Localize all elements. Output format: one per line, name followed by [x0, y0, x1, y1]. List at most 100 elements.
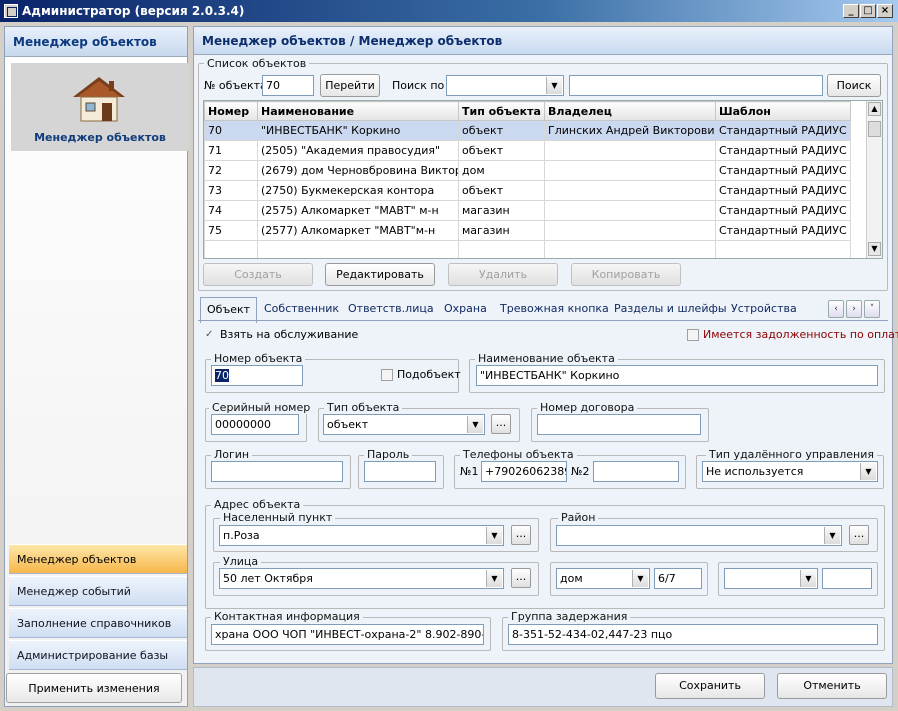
scroll-down-icon[interactable]: ▼ [868, 242, 881, 256]
table-cell [544, 180, 716, 201]
table-cell [544, 200, 716, 221]
object-name-field[interactable]: "ИНВЕСТБАНК" Коркино [476, 365, 878, 386]
object-type-select[interactable]: объект ▼ [323, 414, 485, 435]
password-group-label: Пароль [364, 449, 413, 461]
street-select[interactable]: 50 лет Октября ▼ [219, 568, 504, 589]
extra-type-select[interactable]: ▼ [724, 568, 818, 589]
column-header[interactable]: Номер [204, 101, 258, 121]
sidebar: Менеджер объектов Менеджер объектов Мене… [4, 26, 189, 707]
table-row[interactable] [204, 240, 851, 258]
search-input[interactable] [569, 75, 823, 96]
table-row[interactable]: 70 "ИНВЕСТБАНК" Коркино объект Глинских Анд… [204, 120, 851, 141]
minimize-button[interactable]: _ [843, 4, 859, 18]
table-cell: 74 [204, 200, 258, 221]
column-header[interactable]: Наименование [257, 101, 459, 121]
main-panel: Менеджер объектов / Менеджер объектов Сп… [193, 26, 898, 664]
contact-field[interactable]: храна ООО ЧОП "ИНВЕСТ-охрана-2" 8.902-89… [211, 624, 484, 645]
search-button[interactable]: Поиск [827, 74, 881, 97]
contract-field[interactable] [537, 414, 701, 435]
create-button[interactable]: Создать [203, 263, 313, 286]
chevron-down-icon: ▼ [486, 527, 502, 544]
column-header[interactable]: Тип объекта [458, 101, 545, 121]
sidebar-item-directories[interactable]: Заполнение справочников [9, 608, 187, 638]
remote-control-select[interactable]: Не используется ▼ [702, 461, 878, 482]
take-service-checkbox[interactable]: ✓ [205, 329, 217, 341]
object-number-value: 70 [215, 369, 229, 382]
copy-button[interactable]: Копировать [571, 263, 681, 286]
table-cell [544, 140, 716, 161]
scroll-up-icon[interactable]: ▲ [868, 102, 881, 116]
phone1-field[interactable]: +79026062389 [481, 461, 567, 482]
column-header[interactable]: Шаблон [715, 101, 851, 121]
column-header[interactable]: Владелец [544, 101, 716, 121]
tab-devices[interactable]: Устройства [725, 297, 803, 321]
district-group-label: Район [558, 512, 599, 524]
district-select[interactable]: ▼ [556, 525, 842, 546]
street-browse-button[interactable]: ... [511, 568, 531, 588]
sidebar-item-event-manager[interactable]: Менеджер событий [9, 576, 187, 606]
go-button[interactable]: Перейти [320, 74, 380, 97]
table-row[interactable]: 72 (2679) дом Черновбровина Виктора дом Ста… [204, 160, 851, 181]
table-row[interactable]: 75 (2577) Алкомаркет "МАВТ"м-н магазин Стан… [204, 220, 851, 241]
sidebar-selected-module[interactable]: Менеджер объектов [11, 63, 189, 151]
building-type-select[interactable]: дом ▼ [556, 568, 650, 589]
maximize-button[interactable]: □ [860, 4, 876, 18]
apply-changes-button[interactable]: Применить изменения [6, 673, 182, 703]
sidebar-item-db-admin[interactable]: Администрирование базы [9, 640, 187, 670]
building-number-field[interactable]: 6/7 [654, 568, 702, 589]
object-table: Номер Наименование Тип объекта Владелец Шабл… [203, 100, 883, 259]
table-cell [204, 240, 258, 258]
house-icon [73, 77, 125, 122]
tab-owner[interactable]: Собственник [258, 297, 345, 321]
save-button[interactable]: Сохранить [655, 673, 765, 699]
take-service-label: Взять на обслуживание [220, 328, 359, 341]
debt-checkbox[interactable] [687, 329, 699, 341]
tab-menu-icon[interactable]: ˅ [864, 300, 880, 318]
detain-field[interactable]: 8-351-52-434-02,447-23 пцо [508, 624, 878, 645]
chevron-down-icon: ▼ [546, 77, 562, 94]
locality-select[interactable]: п.Роза ▼ [219, 525, 504, 546]
tab-prev-icon[interactable]: ‹ [828, 300, 844, 318]
object-type-group-label: Тип объекта [324, 402, 403, 414]
table-row[interactable]: 73 (2750) Букмекерская контора объект Станд… [204, 180, 851, 201]
sidebar-item-object-manager[interactable]: Менеджер объектов [9, 544, 187, 574]
serial-group-label: Серийный номер [209, 402, 314, 414]
object-type-browse-button[interactable]: ... [491, 414, 511, 434]
delete-button[interactable]: Удалить [448, 263, 558, 286]
table-scrollbar[interactable]: ▲ ▼ [866, 101, 882, 258]
edit-button[interactable]: Редактировать [325, 263, 435, 286]
phone1-label: №1 [460, 465, 479, 478]
tab-alarm-button[interactable]: Тревожная кнопка [494, 297, 615, 321]
table-cell: (2750) Букмекерская контора [257, 180, 459, 201]
serial-field[interactable]: 00000000 [211, 414, 299, 435]
table-cell: Глинских Андрей Викторович [544, 120, 716, 141]
phones-group-label: Телефоны объекта [460, 449, 577, 461]
tab-sections[interactable]: Разделы и шлейфы [608, 297, 733, 321]
district-browse-button[interactable]: ... [849, 525, 869, 545]
password-field[interactable] [364, 461, 436, 482]
close-button[interactable]: × [877, 4, 893, 18]
contract-group-label: Номер договора [537, 402, 638, 414]
table-cell: Стандартный РАДИУС [715, 120, 851, 141]
table-cell: Стандартный РАДИУС [715, 220, 851, 241]
table-row[interactable]: 71 (2505) "Академия правосудия" объект Стан… [204, 140, 851, 161]
locality-browse-button[interactable]: ... [511, 525, 531, 545]
tab-strip: Объект Собственник Ответств.лица Охрана … [200, 297, 886, 323]
table-cell: (2575) Алкомаркет "МАВТ" м-н [257, 200, 459, 221]
cancel-button[interactable]: Отменить [777, 673, 887, 699]
login-field[interactable] [211, 461, 343, 482]
chevron-down-icon: ▼ [486, 570, 502, 587]
table-row[interactable]: 74 (2575) Алкомаркет "МАВТ" м-н магазин Ста… [204, 200, 851, 221]
object-number-input[interactable]: 70 [262, 75, 314, 96]
tab-guard[interactable]: Охрана [438, 297, 493, 321]
scroll-thumb[interactable] [868, 121, 881, 137]
extra-number-field[interactable] [822, 568, 872, 589]
subobject-checkbox[interactable] [381, 369, 393, 381]
sidebar-selected-label: Менеджер объектов [34, 131, 166, 144]
object-number-field[interactable]: 70 [211, 365, 303, 386]
tab-responsible[interactable]: Ответств.лица [342, 297, 440, 321]
table-cell: 72 [204, 160, 258, 181]
phone2-field[interactable] [593, 461, 679, 482]
tab-next-icon[interactable]: › [846, 300, 862, 318]
search-by-select[interactable]: ▼ [446, 75, 564, 96]
